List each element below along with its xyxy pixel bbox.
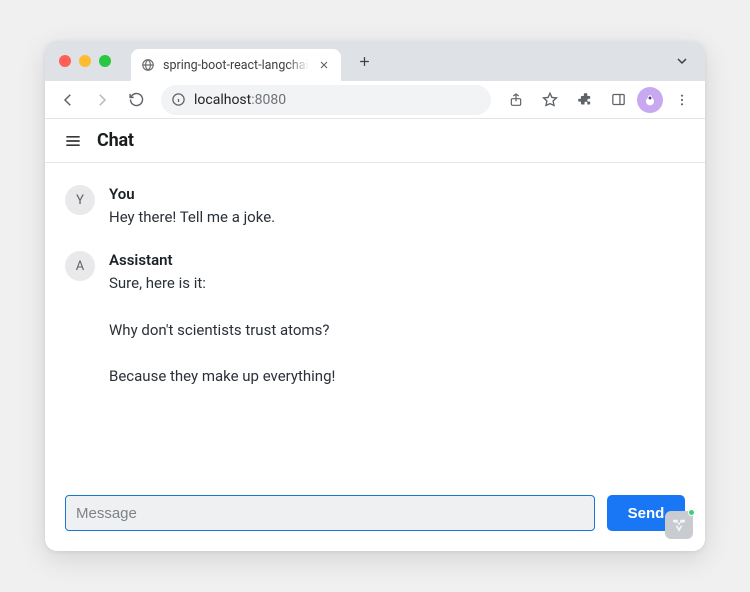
kebab-menu-button[interactable] — [667, 85, 697, 115]
chat-message: Y You Hey there! Tell me a joke. — [65, 185, 685, 229]
app-header: Chat — [45, 119, 705, 163]
message-input[interactable] — [65, 495, 595, 531]
message-text: Hey there! Tell me a joke. — [109, 206, 685, 229]
browser-toolbar: localhost:8080 — [45, 81, 705, 119]
window-controls — [59, 55, 111, 67]
window-fullscreen-button[interactable] — [99, 55, 111, 67]
browser-window: spring-boot-react-langchain-c localhost:… — [45, 41, 705, 551]
message-composer: Send — [45, 481, 705, 551]
tab-title: spring-boot-react-langchain-c — [163, 58, 309, 73]
globe-icon — [141, 58, 155, 72]
browser-tab[interactable]: spring-boot-react-langchain-c — [131, 49, 341, 81]
extensions-button[interactable] — [569, 85, 599, 115]
share-button[interactable] — [501, 85, 531, 115]
avatar: Y — [65, 185, 95, 215]
address-host: localhost:8080 — [194, 92, 286, 108]
message-author: You — [109, 185, 685, 203]
tab-close-button[interactable] — [317, 58, 331, 72]
profile-avatar-button[interactable] — [637, 87, 663, 113]
message-content: You Hey there! Tell me a joke. — [109, 185, 685, 229]
devtools-status-dot — [688, 509, 695, 516]
reload-button[interactable] — [121, 85, 151, 115]
avatar: A — [65, 251, 95, 281]
sidepanel-button[interactable] — [603, 85, 633, 115]
hamburger-menu-icon[interactable] — [63, 131, 83, 151]
address-bar[interactable]: localhost:8080 — [161, 85, 491, 115]
vaadin-devtools-badge[interactable] — [665, 511, 693, 539]
page-title: Chat — [97, 130, 134, 151]
window-minimize-button[interactable] — [79, 55, 91, 67]
chat-message: A Assistant Sure, here is it: Why don't … — [65, 251, 685, 388]
forward-button[interactable] — [87, 85, 117, 115]
site-info-icon[interactable] — [171, 92, 186, 107]
window-close-button[interactable] — [59, 55, 71, 67]
message-text: Sure, here is it: Why don't scientists t… — [109, 272, 685, 388]
chat-messages: Y You Hey there! Tell me a joke. A Assis… — [45, 163, 705, 481]
new-tab-button[interactable] — [351, 48, 377, 74]
bookmark-button[interactable] — [535, 85, 565, 115]
tabbar-overflow-button[interactable] — [669, 48, 695, 74]
message-author: Assistant — [109, 251, 685, 269]
message-content: Assistant Sure, here is it: Why don't sc… — [109, 251, 685, 388]
back-button[interactable] — [53, 85, 83, 115]
browser-tabbar: spring-boot-react-langchain-c — [45, 41, 705, 81]
